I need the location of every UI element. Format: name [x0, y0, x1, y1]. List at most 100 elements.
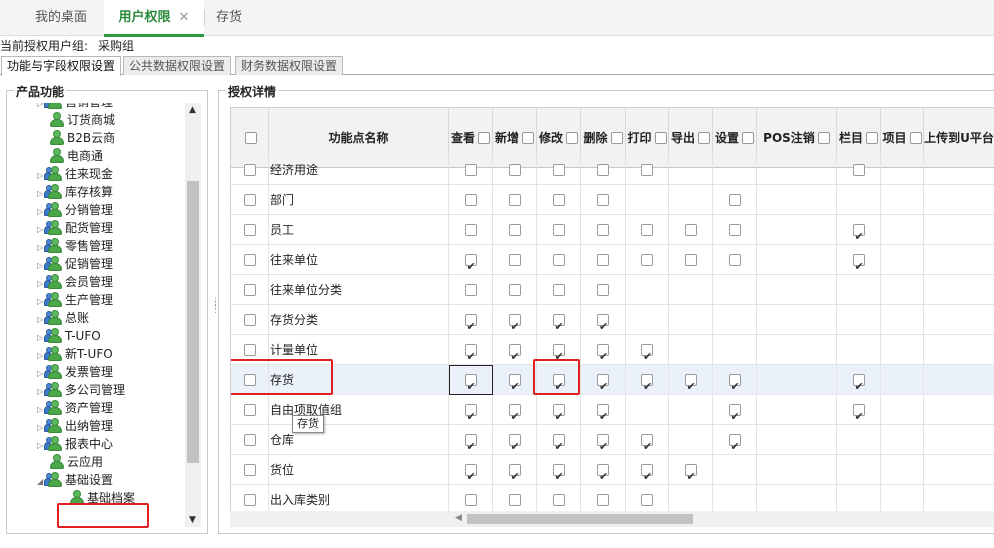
tree-item[interactable]: ▷ 多公司管理	[37, 381, 125, 399]
table-row[interactable]: 仓库	[231, 425, 994, 462]
tree-item[interactable]: ◢ 基础设置	[37, 471, 113, 489]
permission-checkbox[interactable]	[728, 254, 741, 266]
permission-checkbox[interactable]	[464, 432, 477, 462]
permission-checkbox[interactable]	[597, 494, 609, 506]
row-select-checkbox[interactable]	[243, 194, 256, 206]
column-select-all-checkbox[interactable]	[909, 132, 922, 144]
permission-checkbox[interactable]	[508, 462, 521, 492]
tab-inventory[interactable]: 存货	[204, 0, 254, 36]
table-row[interactable]: 部门	[231, 185, 994, 215]
permission-checkbox[interactable]	[597, 402, 609, 432]
tab-my-desktop[interactable]: 我的桌面	[18, 0, 104, 36]
permission-checkbox[interactable]	[508, 494, 521, 506]
permission-checkbox[interactable]	[597, 254, 609, 266]
permission-checkbox[interactable]	[852, 372, 865, 402]
tree-item[interactable]: ▷ 生产管理	[37, 291, 113, 309]
table-row[interactable]: 计量单位	[231, 335, 994, 372]
permission-checkbox[interactable]	[728, 402, 741, 432]
permission-checkbox[interactable]	[852, 402, 865, 432]
tree-item[interactable]: ▷ 往来现金	[37, 165, 113, 183]
column-select-all-checkbox[interactable]	[522, 132, 534, 144]
permission-checkbox[interactable]	[684, 462, 697, 492]
row-select-checkbox[interactable]	[243, 254, 256, 266]
tree-item[interactable]: 云应用	[49, 453, 103, 471]
table-row[interactable]: 货位	[231, 455, 994, 492]
permission-checkbox[interactable]	[552, 254, 565, 266]
permission-checkbox[interactable]	[728, 194, 741, 206]
table-row[interactable]: 存货	[231, 365, 994, 402]
permission-checkbox[interactable]	[552, 432, 565, 462]
row-select-checkbox[interactable]	[243, 494, 256, 506]
table-row[interactable]: 员工	[231, 215, 994, 252]
permission-checkbox[interactable]	[552, 312, 565, 342]
column-select-all-checkbox[interactable]	[610, 132, 623, 144]
tree-item[interactable]: ▷ T-UFO	[37, 327, 101, 345]
permission-checkbox[interactable]	[464, 164, 477, 176]
tree-item[interactable]: ▷ 零售管理	[37, 237, 113, 255]
permission-checkbox[interactable]	[641, 432, 653, 462]
permission-checkbox[interactable]	[852, 164, 865, 176]
permission-checkbox[interactable]	[508, 254, 521, 266]
permission-checkbox[interactable]	[552, 164, 565, 176]
column-select-all-checkbox[interactable]	[478, 132, 490, 144]
row-select-checkbox[interactable]	[243, 314, 256, 326]
scroll-thumb[interactable]	[187, 181, 199, 463]
permission-checkbox[interactable]	[641, 224, 653, 236]
permission-checkbox[interactable]	[552, 342, 565, 372]
permission-checkbox[interactable]	[641, 164, 653, 176]
scroll-left-icon[interactable]: ◀	[455, 513, 462, 523]
tree-item[interactable]: ▷ 分销管理	[37, 201, 113, 219]
permission-checkbox[interactable]	[552, 402, 565, 432]
permission-checkbox[interactable]	[597, 432, 609, 462]
permission-checkbox[interactable]	[508, 432, 521, 462]
permission-checkbox[interactable]	[464, 342, 477, 372]
tree-item[interactable]: ▷ 会员管理	[37, 273, 113, 291]
column-select-all-checkbox[interactable]	[817, 132, 830, 144]
permission-checkbox[interactable]	[852, 222, 865, 252]
tree-item[interactable]: ▷ 报表中心	[37, 435, 113, 453]
permission-checkbox[interactable]	[508, 312, 521, 342]
column-select-all-checkbox[interactable]	[698, 132, 710, 144]
tab-function-field-permission[interactable]: 功能与字段权限设置	[1, 56, 122, 76]
permission-checkbox[interactable]	[552, 194, 565, 206]
table-row[interactable]: 经济用途	[231, 155, 994, 185]
tree-item[interactable]: 电商通	[49, 147, 103, 165]
row-select-checkbox[interactable]	[243, 284, 256, 296]
tab-public-data-permission[interactable]: 公共数据权限设置	[123, 56, 232, 75]
row-select-checkbox[interactable]	[243, 164, 256, 176]
permission-checkbox[interactable]	[641, 372, 653, 402]
scroll-thumb[interactable]	[467, 514, 693, 524]
permission-checkbox[interactable]	[464, 194, 477, 206]
permission-checkbox[interactable]	[641, 254, 653, 266]
permission-checkbox[interactable]	[641, 342, 653, 372]
tree-item[interactable]: ▷营销管理	[37, 103, 113, 111]
tree-item[interactable]: ▷ 发票管理	[37, 363, 113, 381]
grid-horizontal-scrollbar[interactable]: ◀	[230, 511, 994, 527]
permission-checkbox[interactable]	[597, 224, 609, 236]
tree-item[interactable]: ▷ 配货管理	[37, 219, 113, 237]
tab-finance-data-permission[interactable]: 财务数据权限设置	[235, 56, 344, 75]
permission-checkbox[interactable]	[508, 194, 521, 206]
table-row[interactable]: 存货分类	[231, 305, 994, 342]
permission-checkbox[interactable]	[597, 372, 609, 402]
column-select-all-checkbox[interactable]	[654, 132, 667, 144]
permission-checkbox[interactable]	[464, 494, 477, 506]
permission-checkbox[interactable]	[508, 284, 521, 296]
tree-item[interactable]: ▷ 资产管理	[37, 399, 113, 417]
tree-item[interactable]: B2B云商	[49, 129, 115, 147]
permission-checkbox[interactable]	[464, 312, 477, 342]
permission-checkbox[interactable]	[597, 284, 609, 296]
table-row[interactable]: 往来单位分类	[231, 275, 994, 305]
row-select-checkbox[interactable]	[243, 224, 256, 236]
permission-checkbox[interactable]	[641, 494, 653, 506]
permission-checkbox[interactable]	[597, 342, 609, 372]
permission-checkbox[interactable]	[552, 494, 565, 506]
permission-checkbox[interactable]	[597, 164, 609, 176]
permission-checkbox[interactable]	[552, 462, 565, 492]
row-select-checkbox[interactable]	[243, 344, 256, 356]
permission-checkbox[interactable]	[728, 432, 741, 462]
column-select-all-checkbox[interactable]	[742, 132, 754, 144]
table-row[interactable]: 往来单位	[231, 245, 994, 282]
permission-checkbox[interactable]	[728, 372, 741, 402]
permission-checkbox[interactable]	[597, 462, 609, 492]
